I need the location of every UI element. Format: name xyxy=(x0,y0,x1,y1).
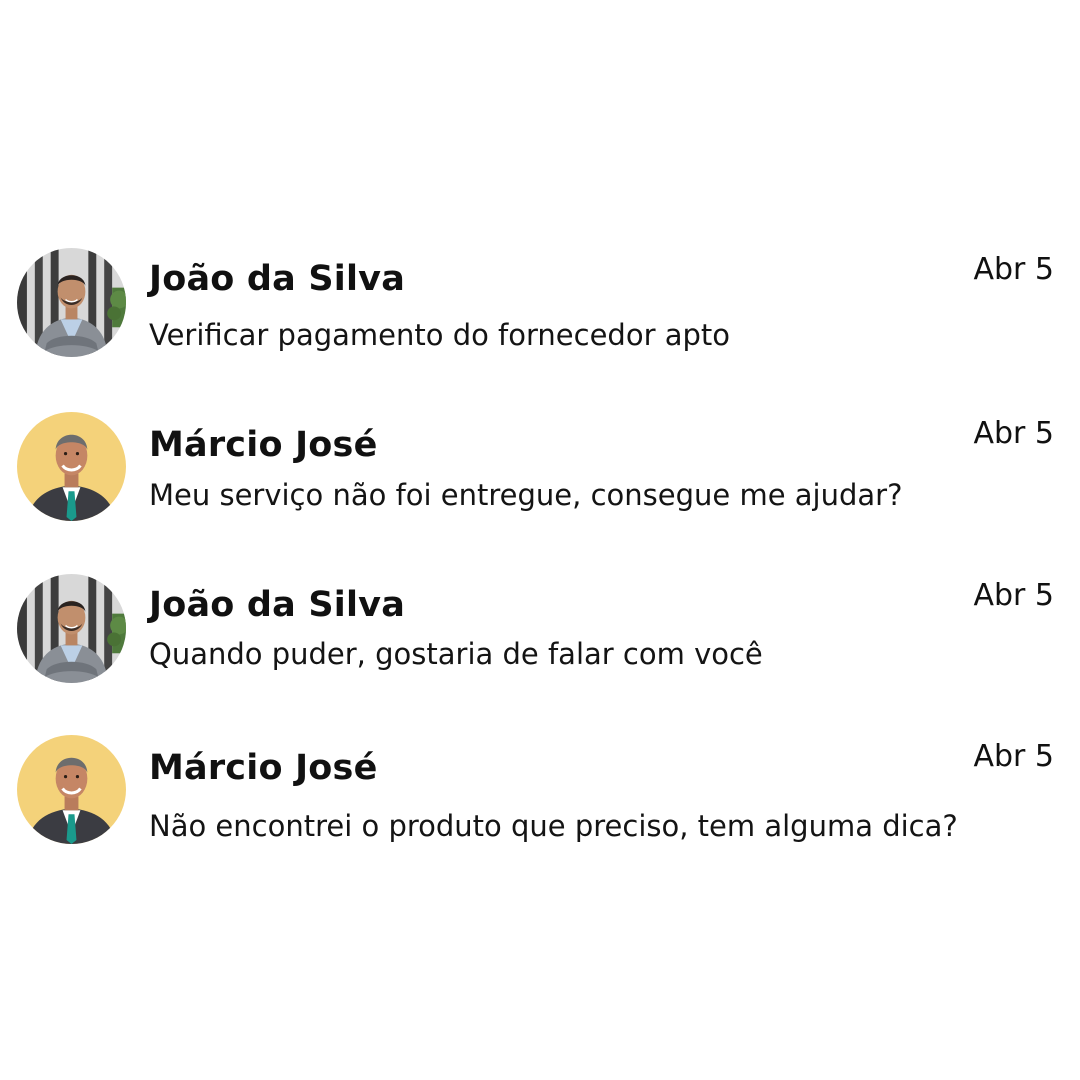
message-item[interactable]: Márcio José Meu serviço não foi entregue… xyxy=(0,410,1080,530)
avatar[interactable] xyxy=(17,574,126,683)
sender-name: João da Silva xyxy=(149,585,406,625)
sender-name: João da Silva xyxy=(149,259,406,299)
message-item[interactable]: João da Silva Quando puder, gostaria de … xyxy=(0,572,1080,692)
message-preview: Não encontrei o produto que preciso, tem… xyxy=(149,809,958,843)
message-item[interactable]: Márcio José Não encontrei o produto que … xyxy=(0,733,1080,853)
avatar[interactable] xyxy=(17,248,126,357)
message-date: Abr 5 xyxy=(973,739,1054,774)
message-item[interactable]: João da Silva Verificar pagamento do for… xyxy=(0,246,1080,366)
message-preview: Meu serviço não foi entregue, consegue m… xyxy=(149,478,903,512)
message-preview: Quando puder, gostaria de falar com você xyxy=(149,637,763,671)
sender-name: Márcio José xyxy=(149,425,378,465)
message-list: João da Silva Verificar pagamento do for… xyxy=(0,0,1080,1080)
message-date: Abr 5 xyxy=(973,252,1054,287)
message-date: Abr 5 xyxy=(973,416,1054,451)
message-preview: Verificar pagamento do fornecedor apto xyxy=(149,318,731,352)
message-date: Abr 5 xyxy=(973,578,1054,613)
avatar[interactable] xyxy=(17,412,126,521)
avatar[interactable] xyxy=(17,735,126,844)
sender-name: Márcio José xyxy=(149,748,378,788)
